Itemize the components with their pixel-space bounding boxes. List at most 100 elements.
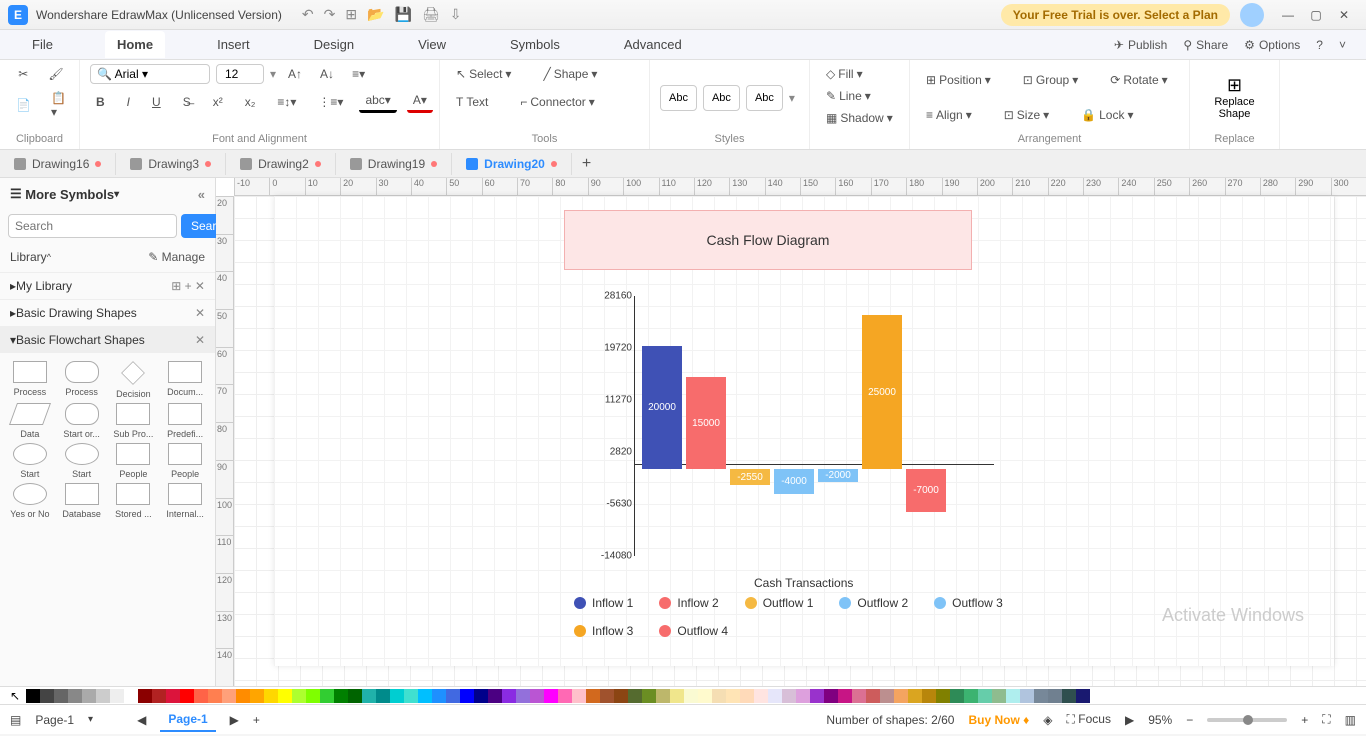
color-swatch[interactable]	[824, 689, 838, 703]
my-library-section[interactable]: ▸ My Library⊞ + ✕	[0, 272, 215, 299]
collapse-sidebar-icon[interactable]: «	[198, 187, 205, 202]
shape-predefi...[interactable]: Predefi...	[161, 403, 209, 439]
color-swatch[interactable]	[922, 689, 936, 703]
color-swatch[interactable]	[208, 689, 222, 703]
shape-stored ...[interactable]: Stored ...	[110, 483, 158, 519]
color-swatch[interactable]	[320, 689, 334, 703]
font-color-icon[interactable]: A▾	[407, 90, 433, 113]
shape-yes or no[interactable]: Yes or No	[6, 483, 54, 519]
menu-view[interactable]: View	[406, 31, 458, 58]
maximize-button[interactable]: ▢	[1302, 1, 1330, 29]
color-swatch[interactable]	[292, 689, 306, 703]
color-swatch[interactable]	[166, 689, 180, 703]
fill-button[interactable]: ◇ Fill▾	[820, 64, 869, 84]
align-text-icon[interactable]: ≡▾	[346, 64, 371, 84]
legend-inflow-2[interactable]: Inflow 2	[659, 596, 718, 610]
shape-sub pro...[interactable]: Sub Pro...	[110, 403, 158, 439]
library-label[interactable]: Library	[10, 250, 47, 264]
font-size-select[interactable]: 12	[216, 64, 264, 84]
color-swatch[interactable]	[964, 689, 978, 703]
color-swatch[interactable]	[264, 689, 278, 703]
search-input[interactable]	[8, 214, 177, 238]
add-page-icon[interactable]: +	[253, 713, 260, 727]
menu-symbols[interactable]: Symbols	[498, 31, 572, 58]
tab-drawing19[interactable]: Drawing19	[336, 153, 452, 175]
color-swatch[interactable]	[754, 689, 768, 703]
menu-home[interactable]: Home	[105, 31, 165, 58]
color-swatch[interactable]	[908, 689, 922, 703]
style-preset-1[interactable]: Abc	[660, 85, 697, 111]
color-swatch[interactable]	[852, 689, 866, 703]
shape-people[interactable]: People	[161, 443, 209, 479]
tab-drawing20[interactable]: Drawing20	[452, 153, 572, 175]
color-swatch[interactable]	[474, 689, 488, 703]
legend-outflow-3[interactable]: Outflow 3	[934, 596, 1003, 610]
color-swatch[interactable]	[124, 689, 138, 703]
line-button[interactable]: ✎ Line▾	[820, 86, 877, 106]
bar-outflow-2[interactable]: -4000	[774, 469, 814, 494]
style-more-icon[interactable]: ▾	[789, 91, 795, 105]
color-swatch[interactable]	[740, 689, 754, 703]
color-swatch[interactable]	[796, 689, 810, 703]
color-swatch[interactable]	[1006, 689, 1020, 703]
line-spacing-icon[interactable]: ≡↕▾	[271, 90, 302, 113]
color-swatch[interactable]	[278, 689, 292, 703]
color-swatch[interactable]	[600, 689, 614, 703]
color-swatch[interactable]	[1062, 689, 1076, 703]
shape-start[interactable]: Start	[6, 443, 54, 479]
layers-icon[interactable]: ◈	[1043, 713, 1052, 727]
chart[interactable]: 2816019720112702820-5630-14080 200001500…	[574, 286, 1254, 666]
shape-process[interactable]: Process	[58, 361, 106, 399]
color-swatch[interactable]	[698, 689, 712, 703]
bar-inflow-3[interactable]: 25000	[862, 315, 902, 469]
color-swatch[interactable]	[810, 689, 824, 703]
decrease-font-icon[interactable]: A↓	[314, 64, 340, 84]
format-painter-icon[interactable]: 🖌	[42, 64, 69, 84]
color-swatch[interactable]	[26, 689, 40, 703]
color-swatch[interactable]	[1048, 689, 1062, 703]
color-swatch[interactable]	[586, 689, 600, 703]
menu-file[interactable]: File	[20, 31, 65, 58]
color-swatch[interactable]	[530, 689, 544, 703]
menu-insert[interactable]: Insert	[205, 31, 262, 58]
options-button[interactable]: ⚙ Options	[1244, 38, 1300, 52]
color-swatch[interactable]	[222, 689, 236, 703]
cursor-icon[interactable]: ↖	[10, 689, 20, 702]
color-swatch[interactable]	[656, 689, 670, 703]
strike-icon[interactable]: S̶	[177, 90, 197, 113]
color-swatch[interactable]	[40, 689, 54, 703]
legend-outflow-2[interactable]: Outflow 2	[839, 596, 908, 610]
basic-flowchart-section[interactable]: ▾ Basic Flowchart Shapes✕	[0, 326, 215, 353]
select-tool[interactable]: ↖ Select▾	[450, 64, 517, 84]
color-swatch[interactable]	[544, 689, 558, 703]
paste-icon[interactable]: 📋▾	[45, 88, 72, 122]
color-swatch[interactable]	[362, 689, 376, 703]
new-icon[interactable]: ⊞	[345, 6, 357, 23]
presentation-icon[interactable]: ▶	[1125, 713, 1134, 727]
active-page-tab[interactable]: Page-1	[160, 708, 215, 732]
buy-now-button[interactable]: Buy Now ♦	[968, 713, 1029, 727]
undo-icon[interactable]: ↶	[302, 6, 314, 23]
bullets-icon[interactable]: ⋮≡▾	[312, 90, 349, 113]
color-swatch[interactable]	[1076, 689, 1090, 703]
tab-drawing16[interactable]: Drawing16	[0, 153, 116, 175]
color-swatch[interactable]	[558, 689, 572, 703]
color-swatch[interactable]	[614, 689, 628, 703]
color-swatch[interactable]	[712, 689, 726, 703]
zoom-slider[interactable]	[1207, 718, 1287, 722]
color-swatch[interactable]	[670, 689, 684, 703]
color-swatch[interactable]	[110, 689, 124, 703]
color-swatch[interactable]	[404, 689, 418, 703]
color-swatch[interactable]	[502, 689, 516, 703]
position-button[interactable]: ⊞ Position▾	[920, 70, 997, 90]
shape-start or...[interactable]: Start or...	[58, 403, 106, 439]
color-swatch[interactable]	[334, 689, 348, 703]
add-tab-button[interactable]: +	[572, 151, 601, 177]
color-swatch[interactable]	[152, 689, 166, 703]
shape-start[interactable]: Start	[58, 443, 106, 479]
style-preset-2[interactable]: Abc	[703, 85, 740, 111]
color-swatch[interactable]	[488, 689, 502, 703]
color-swatch[interactable]	[782, 689, 796, 703]
bar-outflow-1[interactable]: -2550	[730, 469, 770, 485]
color-swatch[interactable]	[180, 689, 194, 703]
